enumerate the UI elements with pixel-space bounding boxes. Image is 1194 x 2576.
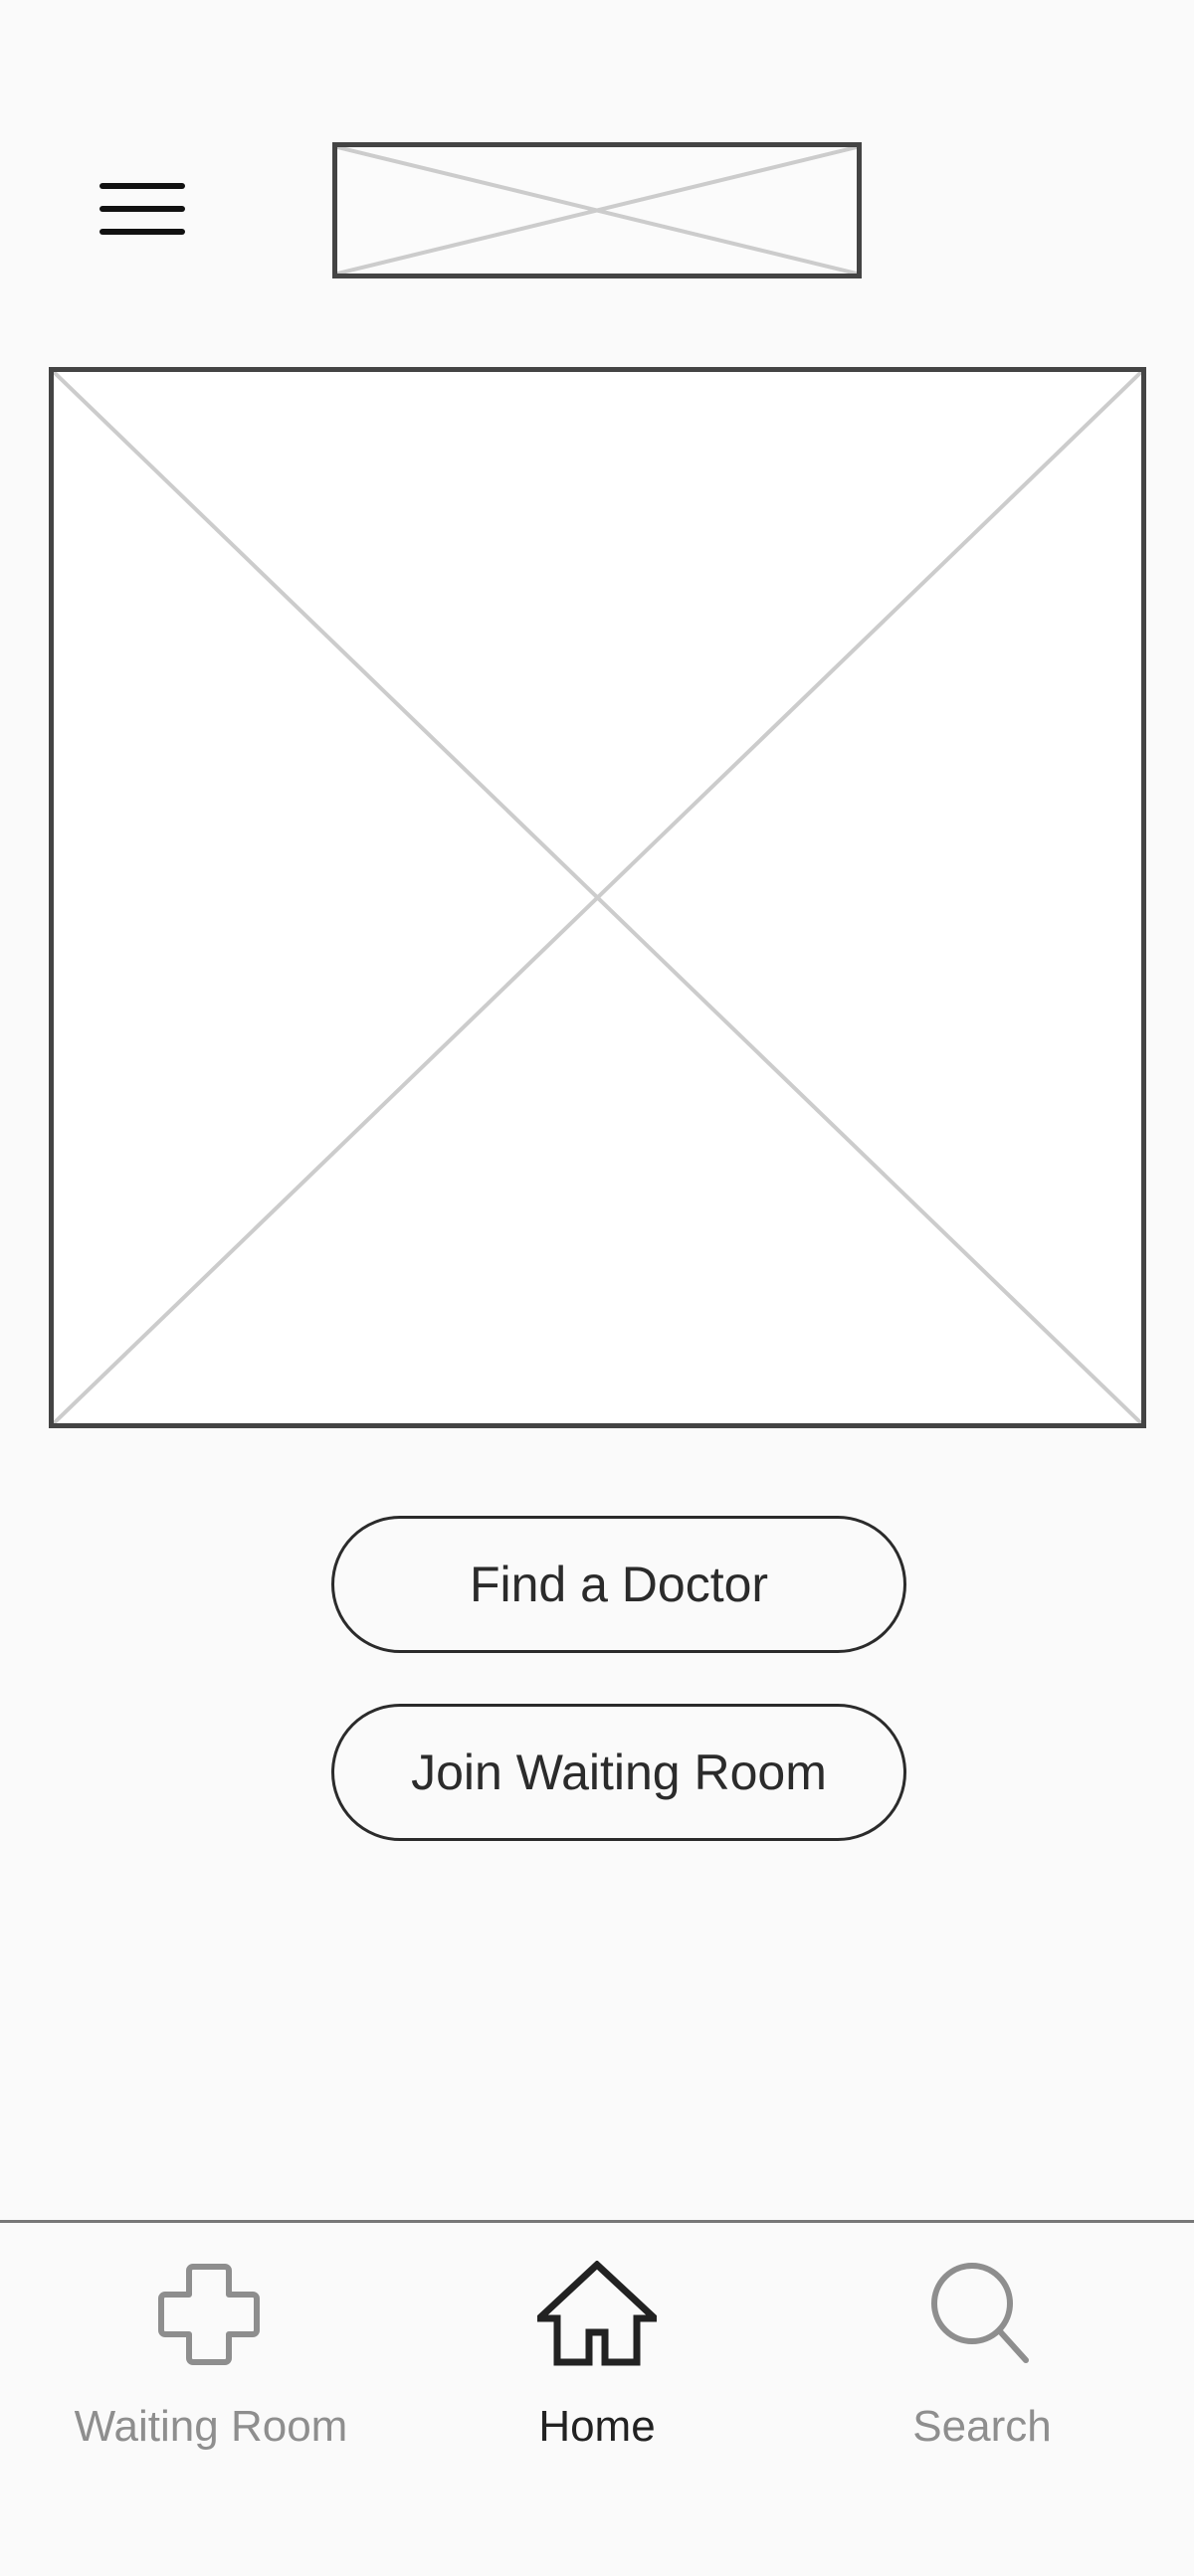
tab-home[interactable]: Home [398, 2223, 796, 2482]
find-a-doctor-button[interactable]: Find a Doctor [331, 1516, 906, 1653]
join-waiting-room-button[interactable]: Join Waiting Room [331, 1704, 906, 1841]
tab-search[interactable]: Search [783, 2223, 1181, 2482]
home-icon [537, 2261, 657, 2366]
tab-waiting-room[interactable]: Waiting Room [12, 2223, 410, 2482]
menu-line [100, 206, 185, 212]
bottom-tab-bar: Waiting Room Home Search [0, 2223, 1194, 2576]
menu-button[interactable] [100, 183, 185, 235]
search-icon [931, 2263, 1029, 2363]
tab-label-home: Home [538, 2402, 656, 2451]
logo-placeholder [332, 142, 862, 278]
cross-icon [158, 2264, 260, 2365]
placeholder-cross-icon [337, 147, 857, 274]
menu-line [100, 183, 185, 189]
hero-image-placeholder [49, 367, 1146, 1428]
tab-label-waiting-room: Waiting Room [74, 2402, 348, 2451]
menu-line [100, 229, 185, 235]
placeholder-cross-icon [54, 372, 1141, 1423]
tab-label-search: Search [912, 2402, 1052, 2451]
